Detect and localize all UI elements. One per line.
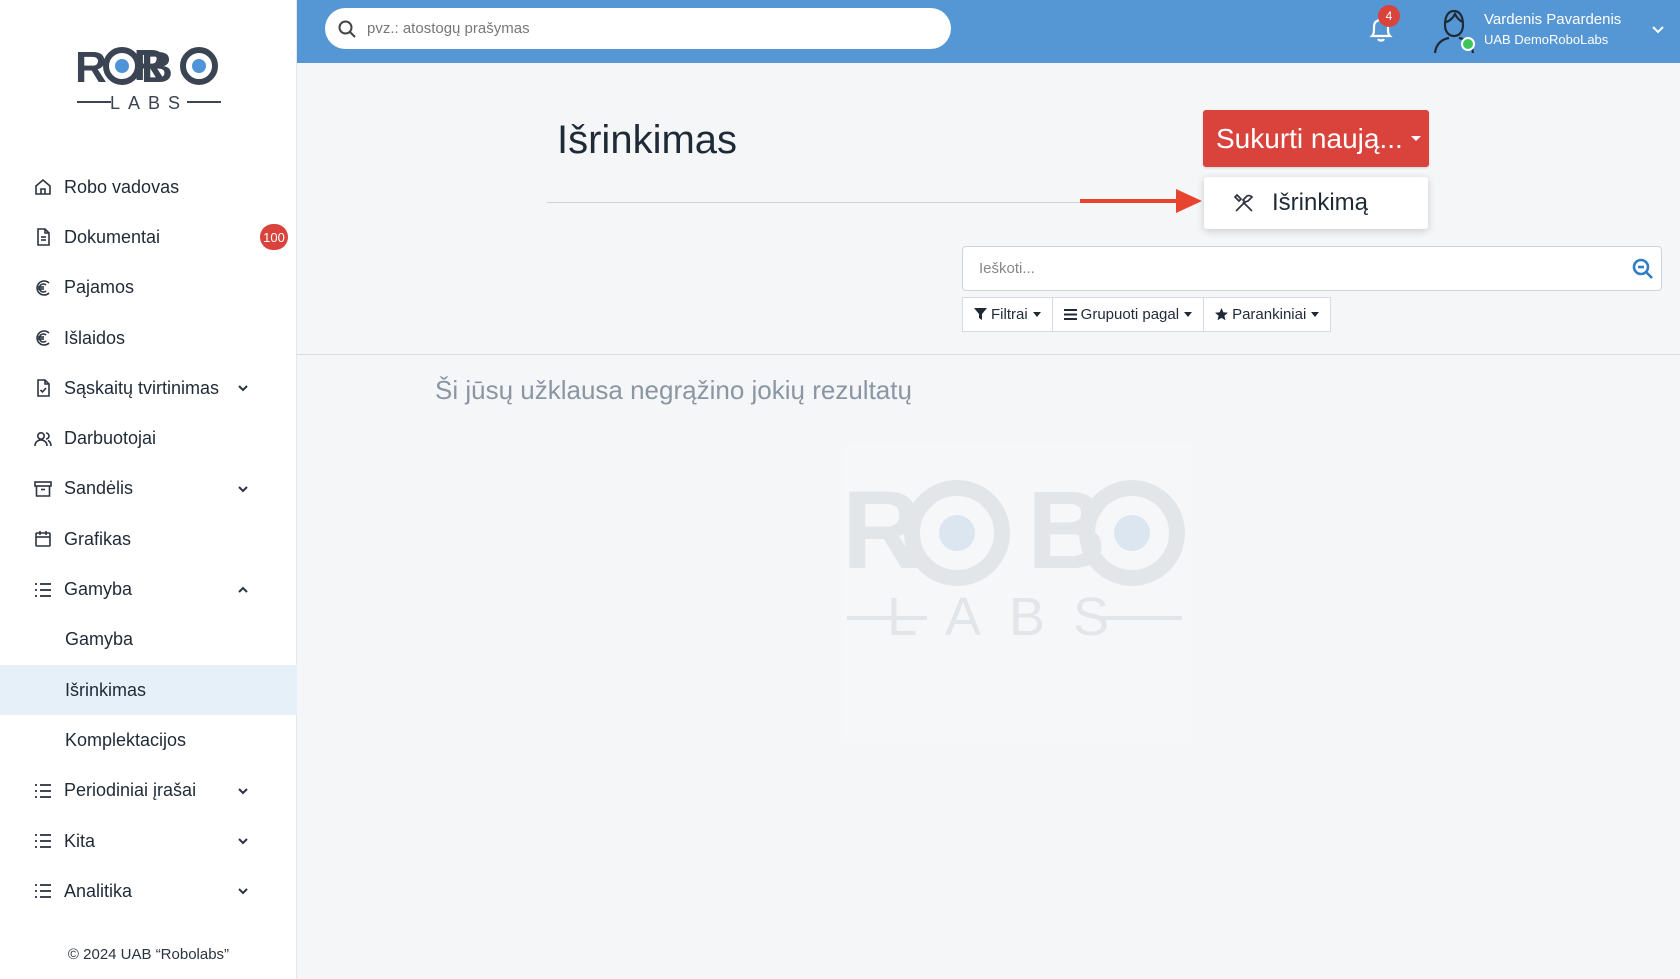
caret-down-icon [1184,312,1193,317]
sidebar-item-label: Grafikas [64,528,132,549]
title-divider [547,202,1100,203]
sidebar-item-analitika[interactable]: Analitika [0,866,297,916]
filters-label: Filtrai [991,306,1028,323]
list-icon [33,881,53,901]
sidebar-item-label: Išrinkimas [65,679,147,700]
create-new-button[interactable]: Sukurti naują... [1203,110,1429,167]
global-search [325,8,951,49]
list-icon [33,580,53,600]
main-content: Išrinkimas Sukurti naują... Išrinkimą Fi… [297,63,1680,979]
arrow-annotation-icon [1080,189,1202,213]
user-name[interactable]: Vardenis Pavardenis [1484,11,1621,28]
sidebar-item-sandelis[interactable]: Sandėlis [0,464,297,514]
euro-icon [33,328,53,348]
sidebar-item-label: Analitika [64,880,133,901]
create-new-label: Sukurti naują... [1216,122,1403,154]
group-by-label: Grupuoti pagal [1080,306,1180,323]
sidebar-subitem-komplektacijos[interactable]: Komplektacijos [0,715,297,765]
sidebar-item-label: Kita [64,830,96,851]
sidebar-item-label: Sandėlis [64,478,134,499]
sidebar: R R B LABS Robo vadovas Dokumentai 100 P… [0,0,297,979]
global-search-input[interactable] [367,20,927,37]
sidebar-subitem-gamyba[interactable]: Gamyba [0,615,297,665]
chevron-down-icon[interactable] [236,834,250,848]
sidebar-item-islaidos[interactable]: Išlaidos [0,313,297,363]
sidebar-item-label: Darbuotojai [64,428,157,449]
sidebar-item-dokumentai[interactable]: Dokumentai 100 [0,212,297,262]
chevron-down-icon[interactable] [236,381,250,395]
notification-count-badge: 4 [1378,5,1400,27]
company-name[interactable]: UAB DemoRoboLabs [1484,32,1608,47]
sidebar-item-label: Komplektacijos [65,729,187,750]
svg-text:LABS: LABS [887,587,1137,647]
list-icon [33,781,53,801]
star-icon [1215,308,1229,321]
favorites-button[interactable]: Parankiniai [1203,297,1332,332]
favorites-label: Parankiniai [1232,306,1307,323]
svg-text:R: R [75,43,107,92]
group-by-button[interactable]: Grupuoti pagal [1051,297,1205,332]
filters-button[interactable]: Filtrai [962,297,1053,332]
list-search-input[interactable] [979,260,1599,277]
svg-text:LABS: LABS [110,93,188,113]
online-status-indicator [1461,37,1475,51]
sidebar-item-label: Dokumentai [64,226,161,247]
page-title: Išrinkimas [557,118,738,162]
sidebar-item-periodiniai-irasai[interactable]: Periodiniai įrašai [0,766,297,816]
archive-icon [33,479,53,499]
caret-down-icon [1032,312,1041,317]
sidebar-item-robo-vadovas[interactable]: Robo vadovas [0,162,297,212]
home-icon [33,177,53,197]
list-search [962,246,1662,291]
euro-icon [33,278,53,298]
chevron-down-icon[interactable] [236,482,250,496]
copyright-text: © 2024 UAB “Robolabs” [67,946,230,963]
sidebar-item-pajamos[interactable]: Pajamos [0,263,297,313]
search-icon[interactable] [1631,257,1655,281]
tools-icon [1233,193,1254,212]
sidebar-item-label: Sąskaitų tvirtinimas [64,377,220,398]
caret-down-icon [1311,312,1320,317]
top-bar: 4 Vardenis Pavardenis UAB DemoRoboLabs [297,0,1680,63]
filter-icon [974,308,987,320]
sidebar-item-saskaitu-tvirtinimas[interactable]: Sąskaitų tvirtinimas [0,363,297,413]
empty-results-message: Ši jūsų užklausa negrąžino jokių rezulta… [435,375,912,405]
robolabs-logo[interactable]: R R B LABS [75,42,223,114]
caret-down-icon [1410,136,1421,141]
sidebar-item-darbuotojai[interactable]: Darbuotojai [0,413,297,463]
sidebar-item-gamyba[interactable]: Gamyba [0,564,297,614]
sidebar-item-label: Robo vadovas [64,176,180,197]
sidebar-item-label: Pajamos [64,277,135,298]
content-divider [297,354,1680,355]
chevron-down-icon[interactable] [236,784,250,798]
sidebar-nav: Robo vadovas Dokumentai 100 Pajamos Išla… [0,162,297,916]
filter-bar: Filtrai Grupuoti pagal Parankiniai [962,297,1332,332]
users-icon [33,429,53,449]
robolabs-watermark-logo: R B LABS [842,443,1192,743]
sidebar-item-label: Gamyba [65,629,134,650]
search-icon [338,20,356,38]
create-dropdown-menu: Išrinkimą [1204,177,1428,229]
file-check-icon [33,378,53,398]
sidebar-item-kita[interactable]: Kita [0,816,297,866]
sidebar-subitem-isrinkimas[interactable]: Išrinkimas [0,664,297,716]
documents-count-badge: 100 [260,224,288,251]
document-icon [33,227,53,247]
calendar-icon [33,529,53,549]
svg-text:B: B [141,43,173,92]
bars-icon [1063,309,1077,320]
chevron-down-icon[interactable] [236,884,250,898]
chevron-up-icon[interactable] [236,583,250,597]
sidebar-item-label: Gamyba [64,579,133,600]
dropdown-item-isrinkima[interactable]: Išrinkimą [1204,177,1428,229]
sidebar-item-label: Periodiniai įrašai [64,780,197,801]
sidebar-item-grafikas[interactable]: Grafikas [0,514,297,564]
dropdown-item-label: Išrinkimą [1272,189,1369,216]
sidebar-item-label: Išlaidos [64,327,126,348]
chevron-down-icon[interactable] [1651,22,1665,36]
list-icon [33,831,53,851]
